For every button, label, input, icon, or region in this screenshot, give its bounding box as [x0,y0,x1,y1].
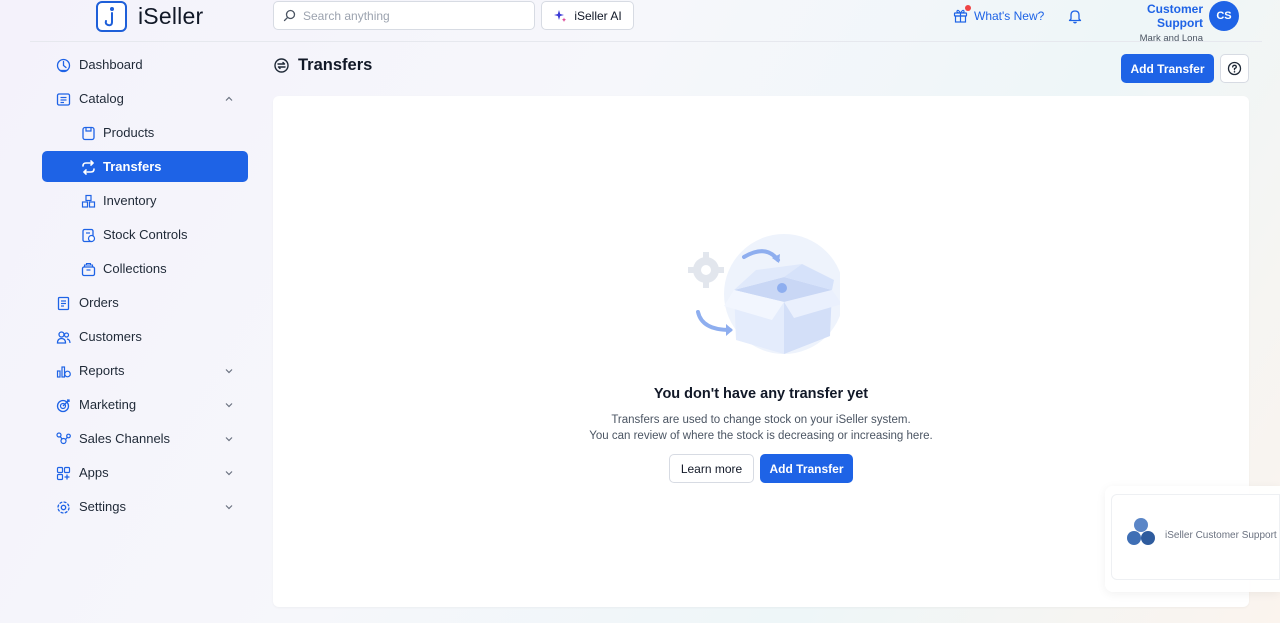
chevron-down-icon [225,369,233,374]
notifications-bell-icon[interactable] [1068,8,1082,29]
search-input[interactable] [303,8,523,23]
sidebar: Dashboard Catalog Products Transfers Inv… [42,49,248,525]
chevron-down-icon [225,505,233,510]
sidebar-item-label: Marketing [79,397,137,412]
chevron-down-icon [225,471,233,476]
search-box[interactable] [273,1,535,30]
settings-icon [55,499,71,515]
sparkle-icon [554,9,567,22]
sidebar-item-label: Reports [79,363,125,378]
sidebar-item-label: Catalog [79,91,124,106]
dashboard-icon [55,57,71,73]
user-name: Customer Support [1146,2,1203,30]
user-info[interactable]: Customer Support Mark and Lona [1104,2,1203,44]
sidebar-item-catalog[interactable]: Catalog [42,83,248,114]
help-icon [1227,61,1242,76]
support-chat-panel: iSeller Customer Support [1111,494,1280,580]
empty-state-line: Transfers are used to change stock on yo… [611,414,911,426]
iseller-logo-icon [96,1,127,32]
learn-more-button[interactable]: Learn more [669,454,754,483]
empty-state-line: You can review of where the stock is dec… [589,430,933,442]
chevron-down-icon [225,403,233,408]
customers-icon [55,329,71,345]
sidebar-item-settings[interactable]: Settings [42,491,248,522]
sidebar-item-label: Settings [79,499,126,514]
logo[interactable]: iSeller [96,1,203,32]
sidebar-item-transfers[interactable]: Transfers [42,151,248,182]
support-chat-widget[interactable]: iSeller Customer Support [1105,486,1280,592]
iseller-ai-label: iSeller AI [574,8,622,23]
notification-dot [965,5,971,11]
sidebar-item-customers[interactable]: Customers [42,321,248,352]
transfers-icon [274,58,289,73]
avatar[interactable]: CS [1209,1,1239,31]
gift-icon [953,5,971,23]
chevron-up-icon [225,96,233,101]
support-label: iSeller Customer Support [1165,530,1277,541]
sidebar-item-label: Collections [103,261,167,276]
transfers-icon [80,159,96,175]
reports-icon [55,363,71,379]
sidebar-item-label: Dashboard [79,57,143,72]
sidebar-item-dashboard[interactable]: Dashboard [42,49,248,80]
sidebar-item-label: Customers [79,329,142,344]
sidebar-item-label: Inventory [103,193,157,208]
whats-new-link[interactable]: What's New? [953,5,1045,23]
page-header: Transfers [273,56,372,75]
sidebar-item-label: Transfers [103,159,162,174]
empty-state-title: You don't have any transfer yet [653,386,869,402]
header-divider [30,41,1262,42]
sidebar-item-collections[interactable]: Collections [42,253,248,284]
products-icon [80,125,96,141]
add-transfer-button[interactable]: Add Transfer [1121,54,1214,83]
sidebar-item-label: Stock Controls [103,227,188,242]
logo-text: iSeller [138,3,204,29]
catalog-icon [55,91,71,107]
apps-icon [55,465,71,481]
sidebar-item-label: Apps [79,465,109,480]
marketing-icon [55,397,71,413]
sidebar-item-label: Orders [79,295,119,310]
sidebar-item-apps[interactable]: Apps [42,457,248,488]
search-icon [283,9,296,22]
orders-icon [55,295,71,311]
add-transfer-empty-button[interactable]: Add Transfer [760,454,853,483]
sidebar-item-inventory[interactable]: Inventory [42,185,248,216]
sidebar-item-reports[interactable]: Reports [42,355,248,386]
store-name: Mark and Lona [1139,33,1203,44]
help-button[interactable] [1220,54,1249,83]
top-bar: iSeller iSeller AI What's New? [0,0,1280,44]
sidebar-item-label: Products [103,125,155,140]
sidebar-item-products[interactable]: Products [42,117,248,148]
stock-controls-icon [80,227,96,243]
sidebar-item-stock-controls[interactable]: Stock Controls [42,219,248,250]
support-avatar-icon [1127,518,1155,545]
inventory-icon [80,193,96,209]
sales-channels-icon [55,431,71,447]
sidebar-item-label: Sales Channels [79,431,171,446]
whats-new-label: What's New? [974,8,1045,23]
sidebar-item-marketing[interactable]: Marketing [42,389,248,420]
sidebar-item-sales-channels[interactable]: Sales Channels [42,423,248,454]
chevron-down-icon [225,437,233,442]
iseller-ai-button[interactable]: iSeller AI [541,1,634,30]
empty-state-description: Transfers are used to change stock on yo… [273,412,1249,444]
page-title: Transfers [298,56,373,74]
sidebar-item-orders[interactable]: Orders [42,287,248,318]
empty-box-illustration [688,234,840,354]
collections-icon [80,261,96,277]
